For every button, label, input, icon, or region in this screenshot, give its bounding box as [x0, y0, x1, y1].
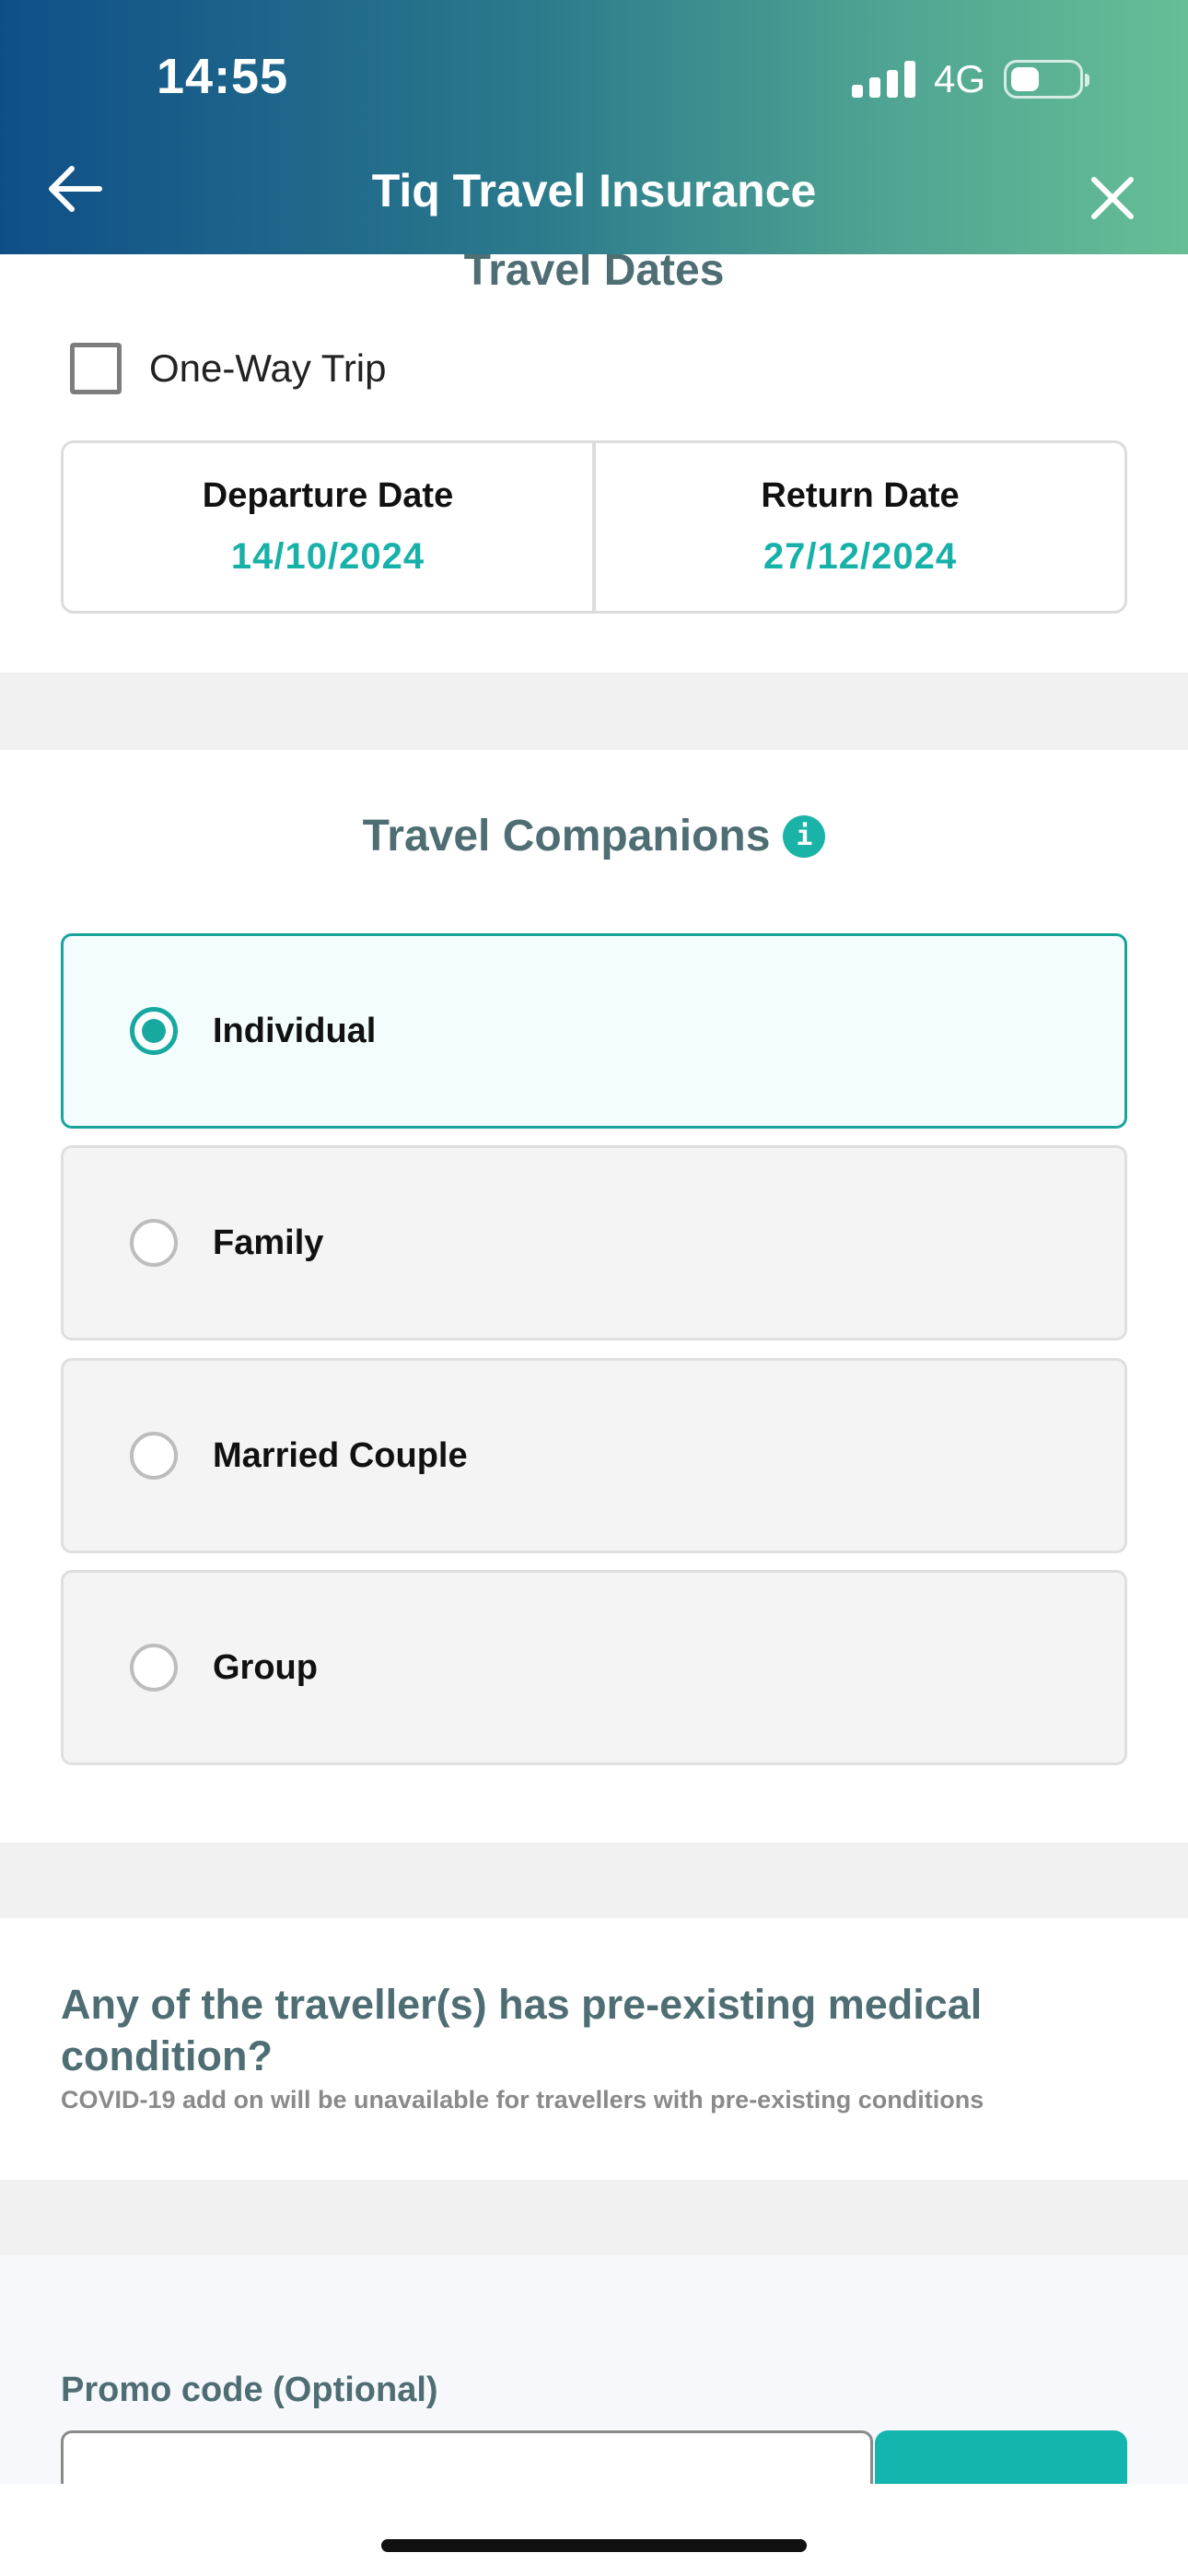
section-divider: [0, 673, 1188, 750]
return-date-field[interactable]: Return Date 27/12/2024: [592, 443, 1124, 611]
radio-unselected-icon[interactable]: [130, 1219, 178, 1267]
companion-option-individual[interactable]: Individual: [61, 933, 1127, 1129]
status-icons: 4G: [851, 57, 1089, 101]
medical-condition-question: Any of the traveller(s) has pre-existing…: [61, 1981, 983, 2079]
companion-option-family[interactable]: Family: [61, 1145, 1127, 1341]
return-date-label: Return Date: [761, 476, 960, 515]
radio-selected-icon[interactable]: [130, 1007, 178, 1055]
date-selector: Departure Date 14/10/2024 Return Date 27…: [61, 440, 1127, 614]
signal-icon: [851, 61, 915, 98]
departure-date-label: Departure Date: [202, 476, 454, 515]
departure-date-value: 14/10/2024: [230, 536, 425, 577]
battery-icon: [1004, 60, 1089, 99]
departure-date-field[interactable]: Departure Date 14/10/2024: [64, 443, 592, 611]
network-type: 4G: [933, 57, 985, 100]
radio-unselected-icon[interactable]: [130, 1644, 178, 1692]
companion-option-group[interactable]: Group: [61, 1570, 1127, 1765]
return-date-value: 27/12/2024: [763, 536, 958, 577]
radio-unselected-icon[interactable]: [130, 1432, 178, 1480]
travel-companions-heading: Travel Companions i: [0, 811, 1188, 861]
app-header: 14:55 4G Tiq Travel Insurance: [0, 0, 1188, 254]
info-icon[interactable]: i: [783, 814, 826, 858]
companion-option-label: Family: [213, 1223, 324, 1262]
home-indicator[interactable]: [381, 2539, 807, 2552]
status-time: 14:55: [157, 49, 289, 104]
one-way-label: One-Way Trip: [149, 346, 387, 390]
companion-option-label: Married Couple: [213, 1435, 468, 1475]
travel-companions-title: Travel Companions: [362, 812, 771, 861]
close-icon: [1091, 177, 1134, 219]
companion-option-label: Individual: [213, 1011, 377, 1050]
page-title: Tiq Travel Insurance: [371, 165, 817, 217]
one-way-trip-option[interactable]: One-Way Trip: [70, 343, 387, 394]
companion-option-label: Group: [213, 1647, 318, 1687]
bottom-safe-area: [0, 2484, 1188, 2576]
one-way-checkbox[interactable]: [70, 343, 122, 394]
section-divider: [0, 2180, 1188, 2255]
covid-note: COVID-19 add on will be unavailable for …: [61, 2086, 984, 2113]
companion-option-married-couple[interactable]: Married Couple: [61, 1358, 1127, 1553]
promo-code-label: Promo code (Optional): [61, 2371, 438, 2409]
section-divider: [0, 1843, 1188, 1918]
close-button[interactable]: [1076, 166, 1149, 230]
